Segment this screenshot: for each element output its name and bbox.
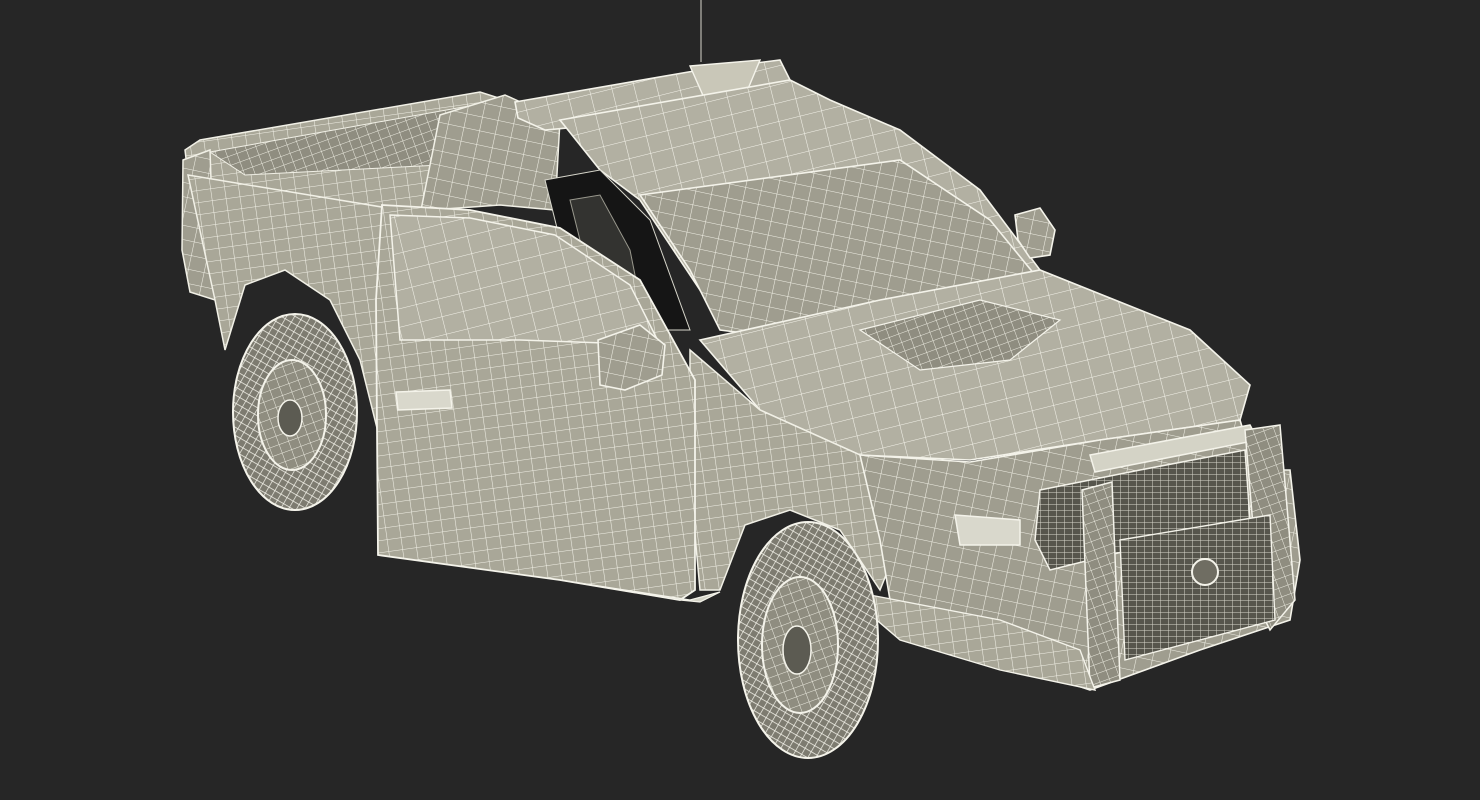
- rear-hub: [277, 399, 303, 437]
- truck-wireframe-render: [181, 0, 1301, 759]
- front-emblem: [1191, 558, 1219, 586]
- front-hub: [782, 625, 812, 675]
- door-handle: [395, 389, 453, 411]
- headlight: [954, 514, 1021, 546]
- push-bumper-plate: [1119, 514, 1276, 661]
- render-viewport: [0, 0, 1480, 800]
